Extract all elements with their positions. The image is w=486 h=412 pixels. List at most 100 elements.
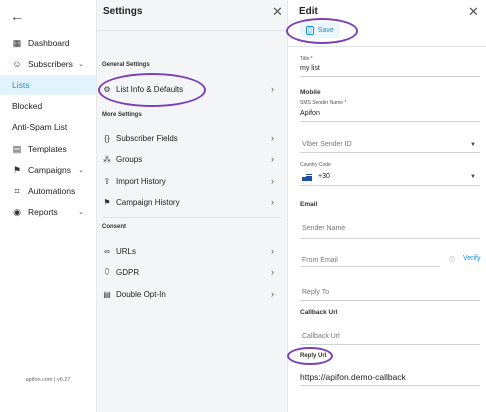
input-underline <box>300 76 480 77</box>
sidebar-item-label: Anti-Spam List <box>12 122 68 132</box>
sidebar-item-label: Dashboard <box>28 38 70 48</box>
section-consent: Consent <box>102 224 126 230</box>
reply-to-input[interactable]: Reply To <box>302 289 329 296</box>
users-icon: ☺ <box>12 59 22 69</box>
reply-url-input[interactable]: https://apifon.demo-callback <box>300 372 406 382</box>
divider <box>97 30 287 31</box>
edit-panel: Edit ✕ ▯ Save Title * my list Mobile SMS… <box>288 0 486 412</box>
verify-link[interactable]: Verify <box>463 255 481 262</box>
chevron-right-icon: › <box>271 289 274 299</box>
chevron-down-icon: ⌄ <box>78 61 84 68</box>
caret-down-icon: ▼ <box>470 142 476 148</box>
settings-item-label: Import History <box>116 176 166 186</box>
chevron-right-icon: › <box>271 267 274 277</box>
edit-title: Edit <box>299 6 318 17</box>
sidebar-item-label: Reports <box>28 207 58 217</box>
flag-icon: ⚑ <box>103 197 111 207</box>
input-underline <box>300 300 480 301</box>
sidebar-item-anti-spam[interactable]: Anti-Spam List <box>0 117 96 137</box>
chevron-right-icon: › <box>271 133 274 143</box>
settings-item-groups[interactable]: ⁂ Groups › <box>102 150 280 168</box>
sidebar-item-label: Campaigns <box>28 165 71 175</box>
arrow-left-icon[interactable]: ← <box>10 8 24 24</box>
input-underline <box>300 238 480 239</box>
callback-url-input[interactable]: Callback Url <box>302 333 340 340</box>
settings-item-label: GDPR <box>116 267 140 277</box>
mobile-section-title: Mobile <box>300 89 321 96</box>
settings-item-label: Subscriber Fields <box>116 133 178 143</box>
sidebar: ← ▦ Dashboard ☺ Subscribers ⌄ Lists Bloc… <box>0 0 97 412</box>
sidebar-item-templates[interactable]: ▤ Templates <box>0 139 96 159</box>
title-input[interactable]: my list <box>300 65 320 72</box>
chevron-right-icon: › <box>271 197 274 207</box>
viber-sender-select[interactable]: Viber Sender ID <box>302 141 352 148</box>
section-more-settings: More Settings <box>102 112 142 118</box>
settings-item-double-opt-in[interactable]: ▤ Double Opt-In › <box>102 285 280 303</box>
sidebar-item-label: Automations <box>28 186 76 196</box>
chevron-right-icon: › <box>271 154 274 164</box>
greece-flag-icon <box>302 174 312 181</box>
sidebar-item-subscribers[interactable]: ☺ Subscribers ⌄ <box>0 54 96 74</box>
chevron-down-icon: ⌄ <box>78 209 84 216</box>
from-email-input[interactable]: From Email <box>302 257 338 264</box>
save-button[interactable]: ▯ Save <box>300 22 340 38</box>
settings-title: Settings <box>103 6 143 17</box>
upload-icon: ⇪ <box>103 176 111 186</box>
input-underline <box>300 185 480 186</box>
divider <box>103 217 281 218</box>
divider <box>288 46 486 47</box>
grid-icon: ▦ <box>12 37 22 48</box>
country-code-label: Country Code <box>300 162 331 168</box>
flag-icon: ⚑ <box>12 164 22 175</box>
settings-item-label: List Info & Defaults <box>116 84 184 94</box>
chevron-down-icon: ⌄ <box>78 167 84 174</box>
automation-icon: ⌗ <box>14 185 20 196</box>
settings-item-import-history[interactable]: ⇪ Import History › <box>102 172 280 190</box>
sidebar-item-campaigns[interactable]: ⚑ Campaigns ⌄ <box>0 160 96 180</box>
chevron-right-icon: › <box>271 176 274 186</box>
sidebar-item-label: Subscribers <box>28 59 73 69</box>
sidebar-item-blocked[interactable]: Blocked <box>0 96 96 116</box>
sender-name-input[interactable]: Sender Name <box>302 225 345 232</box>
settings-item-subscriber-fields[interactable]: {} Subscriber Fields › <box>102 129 280 147</box>
input-underline <box>300 121 480 122</box>
settings-item-urls[interactable]: ∞ URLs › <box>102 242 280 260</box>
close-icon[interactable]: ✕ <box>468 4 479 20</box>
settings-item-campaign-history[interactable]: ⚑ Campaign History › <box>102 193 280 211</box>
save-icon: ▯ <box>306 25 314 35</box>
braces-icon: {} <box>104 133 110 143</box>
sidebar-item-automations[interactable]: ⌗ Automations <box>0 181 96 201</box>
groups-icon: ⁂ <box>103 154 111 164</box>
callback-section-title: Callback Url <box>300 309 338 316</box>
settings-item-list-info[interactable]: ⚙ List Info & Defaults › <box>102 80 280 98</box>
info-icon[interactable]: ⓘ <box>449 255 455 264</box>
sms-sender-label: SMS Sender Name * <box>300 100 347 106</box>
sidebar-item-lists[interactable]: Lists <box>0 75 96 95</box>
settings-item-label: Groups <box>116 154 143 164</box>
sms-sender-input[interactable]: Apifon <box>300 110 320 117</box>
version-footer: apifon.com | v6.27 <box>25 377 71 383</box>
chevron-right-icon: › <box>271 246 274 256</box>
input-underline <box>300 344 480 345</box>
settings-item-label: Campaign History <box>116 197 180 207</box>
document-icon: ▤ <box>103 289 111 299</box>
gear-icon: ⚙ <box>103 84 111 94</box>
reports-icon: ◉ <box>13 206 21 217</box>
title-label: Title * <box>300 56 313 62</box>
chevron-right-icon: › <box>271 84 274 94</box>
sidebar-item-reports[interactable]: ◉ Reports ⌄ <box>0 202 96 222</box>
input-underline <box>300 385 480 386</box>
email-section-title: Email <box>300 201 318 208</box>
templates-icon: ▤ <box>12 143 22 154</box>
close-icon[interactable]: ✕ <box>272 4 283 20</box>
input-underline <box>300 266 440 267</box>
link-icon: ∞ <box>104 246 110 256</box>
sidebar-item-dashboard[interactable]: ▦ Dashboard <box>0 33 96 53</box>
country-code-select[interactable]: +30 <box>318 173 330 180</box>
sidebar-item-label: Templates <box>28 144 67 154</box>
sidebar-item-label: Blocked <box>12 101 43 111</box>
sidebar-item-label: Lists <box>12 80 30 90</box>
settings-item-label: URLs <box>116 246 137 256</box>
settings-item-gdpr[interactable]: ⬯ GDPR › <box>102 263 280 281</box>
section-general-settings: General Settings <box>102 62 150 68</box>
